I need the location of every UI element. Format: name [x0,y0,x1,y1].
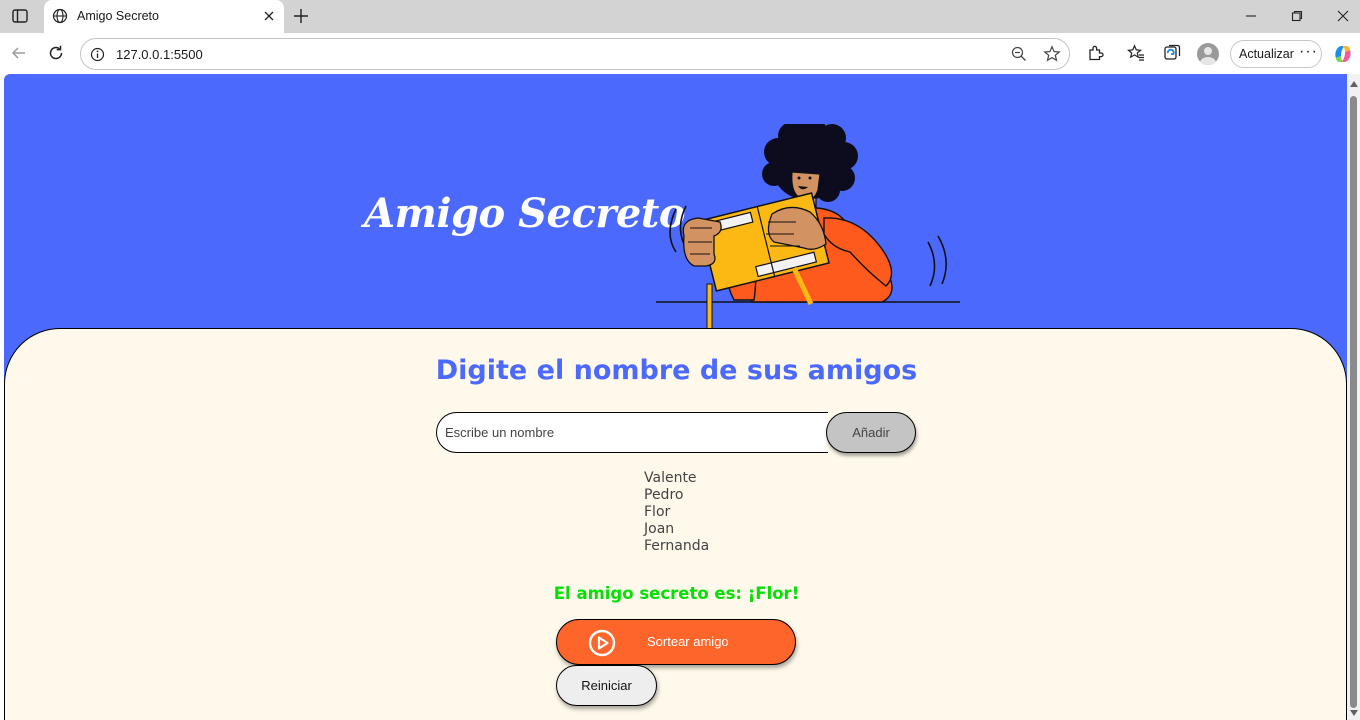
list-item: Fernanda [644,538,710,554]
page-title: Amigo Secreto [364,190,686,237]
restore-icon[interactable] [1290,9,1304,28]
update-button[interactable]: Actualizar ··· [1230,40,1322,68]
list-item: Flor [644,504,671,520]
play-icon [588,629,616,660]
draw-button-label: Sortear amigo [647,634,729,649]
reset-button[interactable]: Reiniciar [556,665,657,706]
draw-button[interactable]: Sortear amigo [556,619,796,665]
browser-tab-bar: Amigo Secreto [0,0,1360,33]
tab-title: Amigo Secreto [77,9,159,23]
friend-list: Valente Pedro Flor Joan Fernanda [644,470,709,555]
page-scrollbar[interactable] [1347,74,1360,720]
minimize-icon[interactable] [1244,9,1258,28]
more-options-icon[interactable]: ··· [1299,43,1318,61]
page-viewport: Amigo Secreto Digite el nombre de sus am… [4,74,1347,720]
zoom-out-icon[interactable] [1011,46,1027,67]
favorites-icon[interactable] [1127,44,1145,67]
new-tab-icon[interactable] [292,7,310,30]
info-icon[interactable] [90,47,105,67]
address-bar[interactable]: 127.0.0.1:5500 [80,38,1070,70]
name-input-group: Añadir [436,412,917,453]
list-item: Pedro [644,487,684,503]
browser-tab[interactable]: Amigo Secreto [44,0,284,33]
result-text: El amigo secreto es: ¡Flor! [553,584,800,603]
globe-icon [52,8,68,29]
copilot-icon[interactable] [1332,43,1354,70]
name-input[interactable] [436,412,828,453]
update-label: Actualizar [1239,47,1294,61]
scroll-thumb[interactable] [1350,96,1357,708]
section-title: Digite el nombre de sus amigos [435,355,918,386]
profile-icon[interactable] [1197,43,1219,65]
back-icon[interactable] [10,44,28,67]
url-text[interactable]: 127.0.0.1:5500 [116,47,203,62]
scroll-up-icon[interactable] [1350,81,1358,87]
close-icon[interactable] [262,9,276,28]
add-button[interactable]: Añadir [826,412,916,453]
scroll-down-icon[interactable] [1350,710,1358,716]
collections-icon[interactable] [1163,44,1181,67]
favorite-star-icon[interactable] [1043,45,1061,68]
gift-illustration [656,124,960,334]
main-card: Digite el nombre de sus amigos Añadir Va… [4,328,1347,720]
list-item: Valente [644,470,697,486]
list-item: Joan [644,521,675,537]
extensions-icon[interactable] [1086,44,1104,67]
reload-icon[interactable] [47,44,65,67]
tab-panel-icon[interactable] [8,5,32,27]
window-close-icon[interactable] [1336,9,1350,28]
